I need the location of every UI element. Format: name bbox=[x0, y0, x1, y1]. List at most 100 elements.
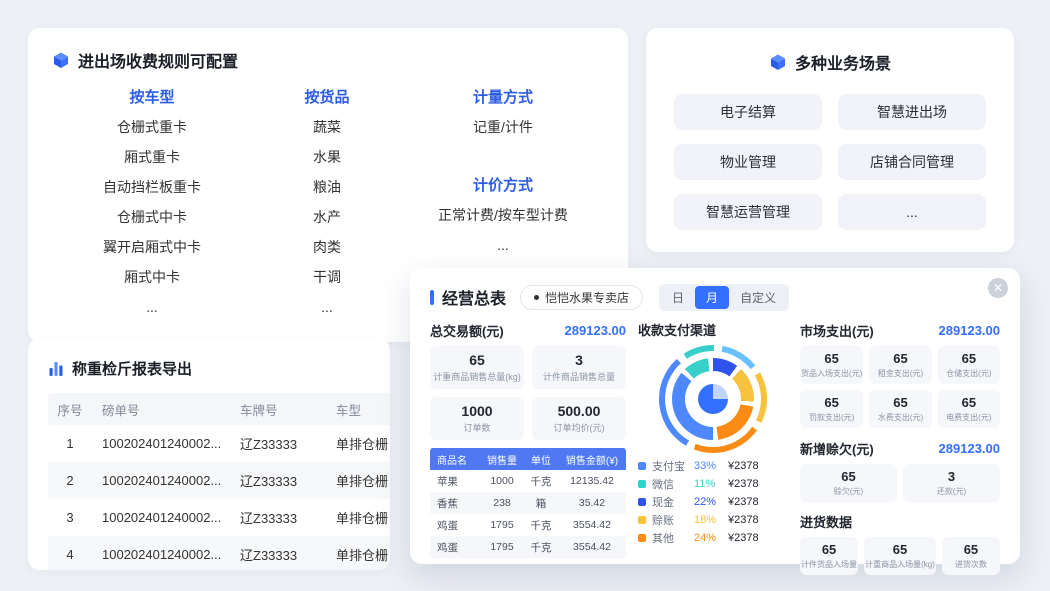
tab-month[interactable]: 月 bbox=[695, 286, 729, 309]
stat-label: 水费支出(元) bbox=[870, 412, 930, 423]
legend-amount: ¥2378 bbox=[728, 496, 759, 508]
expense-column: 市场支出(元) 289123.00 65 货品入场支出(元) 65 租金支出(元… bbox=[800, 320, 1000, 575]
cell-amount: 12135.42 bbox=[558, 475, 626, 487]
col-header-qty: 销售量 bbox=[480, 452, 524, 467]
table-row: 鸡蛋 1795 千克 3554.42 bbox=[430, 514, 626, 536]
transaction-label: 总交易额(元) bbox=[430, 321, 504, 340]
donut-center-pie bbox=[698, 384, 728, 414]
vehicle-item: 厢式重卡 bbox=[52, 142, 252, 172]
product-sales-table: 商品名 销售量 单位 销售金额(¥) 苹果 1000 千克 12135.42 香… bbox=[430, 448, 626, 558]
stat-label: 计重商品入场量(kg) bbox=[865, 559, 935, 570]
stat-box: 65 计件货品入场量 bbox=[800, 537, 858, 575]
cell-product: 苹果 bbox=[430, 474, 480, 489]
stat-box: 65 水费支出(元) bbox=[869, 390, 931, 428]
goods-item: 水产 bbox=[252, 202, 402, 232]
stat-box: 65 计重商品入场量(kg) bbox=[864, 537, 936, 575]
screen: 进出场收费规则可配置 按车型 仓栅式重卡 厢式重卡 自动挡栏板重卡 仓栅式中卡 … bbox=[0, 0, 1050, 591]
scenario-button-shop-contract[interactable]: 店铺合同管理 bbox=[838, 144, 986, 180]
tab-day[interactable]: 日 bbox=[661, 286, 695, 309]
goods-item: 水果 bbox=[252, 142, 402, 172]
scenarios-title-row: 多种业务场景 bbox=[674, 50, 986, 74]
legend-name: 赊账 bbox=[652, 512, 694, 528]
cell-qty: 1795 bbox=[480, 519, 524, 531]
col-header-index: 序号 bbox=[48, 400, 92, 419]
tab-custom[interactable]: 自定义 bbox=[729, 286, 787, 309]
store-status-dot bbox=[534, 295, 539, 300]
scenario-button-smart-operation[interactable]: 智慧运营管理 bbox=[674, 194, 822, 230]
stat-box: 3 计件商品销售总量 bbox=[532, 346, 626, 389]
legend-swatch bbox=[638, 516, 646, 524]
spacer bbox=[402, 142, 604, 172]
legend-amount: ¥2378 bbox=[728, 532, 759, 544]
cell-amount: 3554.42 bbox=[558, 541, 626, 553]
vehicle-item: 仓栅式重卡 bbox=[52, 112, 252, 142]
weigh-table-header: 序号 磅单号 车牌号 车型 bbox=[48, 393, 390, 425]
close-icon[interactable]: ✕ bbox=[988, 278, 1008, 298]
scenarios-title: 多种业务场景 bbox=[795, 50, 891, 74]
legend-amount: ¥2378 bbox=[728, 514, 759, 526]
payment-legend: 支付宝 33% ¥2378 微信 11% ¥2378 现金 22% bbox=[638, 457, 788, 547]
pricing-item-ellipsis: ... bbox=[402, 230, 604, 260]
vehicle-header: 按车型 bbox=[52, 84, 252, 112]
payment-column: 收款支付渠道 支付宝 33% ¥2378 bbox=[638, 320, 788, 575]
vehicle-item: 厢式中卡 bbox=[52, 262, 252, 292]
scenario-button-smart-entry[interactable]: 智慧进出场 bbox=[838, 94, 986, 130]
cell-bill-no: 100202401240002... bbox=[92, 473, 230, 488]
stat-label: 计件货品入场量 bbox=[801, 559, 857, 570]
stat-label: 罚款支出(元) bbox=[801, 412, 862, 423]
cell-amount: 35.42 bbox=[558, 497, 626, 509]
cube-icon bbox=[52, 51, 70, 69]
legend-row: 支付宝 33% ¥2378 bbox=[638, 457, 788, 475]
stat-label: 进货次数 bbox=[943, 559, 999, 570]
product-table-header: 商品名 销售量 单位 销售金额(¥) bbox=[430, 448, 626, 470]
measure-header: 计量方式 bbox=[402, 84, 604, 112]
fee-col-goods: 按货品 蔬菜 水果 粮油 水产 肉类 干调 ... bbox=[252, 84, 402, 322]
stat-value: 65 bbox=[943, 542, 999, 557]
stat-box: 65 货品入场支出(元) bbox=[800, 346, 863, 384]
stat-value: 1000 bbox=[432, 403, 522, 419]
stat-box: 65 仓储支出(元) bbox=[938, 346, 1000, 384]
legend-amount: ¥2378 bbox=[728, 460, 759, 472]
stat-label: 货品入场支出(元) bbox=[801, 368, 862, 379]
scenario-button-property-mgmt[interactable]: 物业管理 bbox=[674, 144, 822, 180]
table-row: 香蕉 238 箱 35.42 bbox=[430, 492, 626, 514]
sales-stats-grid: 65 计重商品销售总量(kg) 3 计件商品销售总量 1000 订单数 500.… bbox=[430, 346, 626, 440]
cell-bill-no: 100202401240002... bbox=[92, 547, 230, 562]
scenario-button-more[interactable]: ... bbox=[838, 194, 986, 230]
col-header-vehicle-type: 车型 bbox=[326, 400, 390, 419]
stat-value: 65 bbox=[801, 542, 857, 557]
stat-box: 65 租金支出(元) bbox=[869, 346, 931, 384]
scenario-button-e-settlement[interactable]: 电子结算 bbox=[674, 94, 822, 130]
stat-value: 3 bbox=[534, 352, 624, 368]
cell-unit: 千克 bbox=[524, 474, 558, 489]
cell-plate-no: 辽Z33333 bbox=[230, 508, 326, 527]
col-header-unit: 单位 bbox=[524, 452, 558, 467]
goods-item: 蔬菜 bbox=[252, 112, 402, 142]
table-row: 苹果 1000 千克 12135.42 bbox=[430, 470, 626, 492]
stat-label: 电费支出(元) bbox=[939, 412, 999, 423]
col-header-bill-no: 磅单号 bbox=[92, 400, 230, 419]
stat-box: 65 电费支出(元) bbox=[938, 390, 1000, 428]
table-row: 2 100202401240002... 辽Z33333 单排仓栅 bbox=[48, 462, 390, 499]
fee-card-title-row: 进出场收费规则可配置 bbox=[52, 48, 604, 72]
measure-item: 记重/计件 bbox=[402, 112, 604, 142]
credit-grid: 65 赊欠(元) 3 还款(元) bbox=[800, 464, 1000, 502]
transaction-total-row: 总交易额(元) 289123.00 bbox=[430, 320, 626, 340]
payment-label: 收款支付渠道 bbox=[638, 320, 788, 339]
cell-index: 3 bbox=[48, 510, 92, 525]
cell-vehicle-type: 单排仓栅 bbox=[326, 508, 390, 527]
sales-column: 总交易额(元) 289123.00 65 计重商品销售总量(kg) 3 计件商品… bbox=[430, 320, 626, 575]
legend-swatch bbox=[638, 534, 646, 542]
stat-value: 65 bbox=[870, 351, 930, 366]
legend-swatch bbox=[638, 480, 646, 488]
stat-label: 订单均价(元) bbox=[534, 421, 624, 434]
legend-name: 微信 bbox=[652, 476, 694, 492]
payment-donut-chart bbox=[659, 345, 767, 453]
legend-row: 其他 24% ¥2378 bbox=[638, 529, 788, 547]
stat-box: 3 还款(元) bbox=[903, 464, 1000, 502]
stat-value: 65 bbox=[865, 542, 935, 557]
title-accent-bar bbox=[430, 290, 434, 305]
legend-row: 赊账 18% ¥2378 bbox=[638, 511, 788, 529]
store-selector[interactable]: 恺恺水果专卖店 bbox=[520, 285, 643, 310]
legend-percent: 18% bbox=[694, 514, 728, 526]
